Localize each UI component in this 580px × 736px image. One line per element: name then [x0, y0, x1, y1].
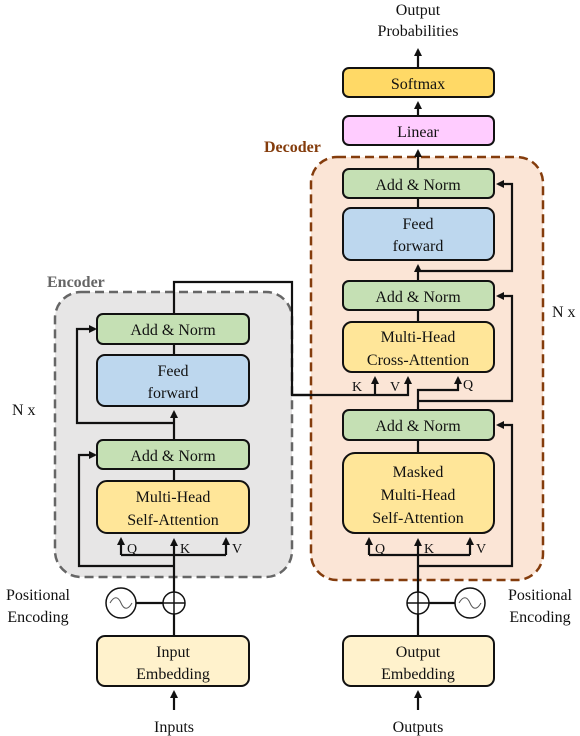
decoder-q-label: Q	[375, 542, 385, 557]
decoder: Decoder N x Add & Norm Feed forward Add …	[264, 48, 576, 736]
decoder-add-norm-bottom-label: Add & Norm	[375, 418, 461, 435]
decoder-label: Decoder	[264, 139, 321, 156]
decoder-ff-line1: Feed	[402, 216, 433, 233]
inputs-label: Inputs	[154, 719, 194, 736]
decoder-cross-v-label: V	[390, 380, 400, 395]
encoder-positional-line1: Positional	[6, 587, 71, 604]
decoder-positional-line2: Encoding	[509, 609, 570, 626]
decoder-v-label: V	[476, 542, 486, 557]
encoder-label: Encoder	[47, 274, 105, 291]
input-embedding-line1: Input	[156, 644, 190, 661]
transformer-diagram: Encoder N x Add & Norm Feed forward Add …	[6, 2, 576, 736]
encoder-add-norm-top-label: Add & Norm	[130, 322, 216, 339]
decoder-ff-line2: forward	[393, 238, 444, 255]
encoder-ff-line1: Feed	[157, 363, 188, 380]
decoder-cross-line2: Cross-Attention	[367, 352, 469, 369]
output-probabilities-line1: Output	[396, 2, 441, 19]
encoder-attn-line1: Multi-Head	[136, 489, 211, 506]
linear-label: Linear	[397, 124, 439, 141]
decoder-repeat-label: N x	[552, 304, 576, 321]
encoder-attn-line2: Self-Attention	[127, 512, 219, 529]
encoder-repeat-label: N x	[12, 402, 36, 419]
encoder-k-label: K	[180, 542, 190, 557]
output-embedding-line1: Output	[396, 644, 441, 661]
encoder-ff-line2: forward	[148, 385, 199, 402]
decoder-masked-line1: Masked	[393, 464, 444, 481]
output-head: Linear Softmax Output Probabilities	[342, 2, 495, 146]
output-embedding-line2: Embedding	[381, 666, 455, 683]
decoder-cross-line1: Multi-Head	[381, 329, 456, 346]
decoder-add-norm-mid-label: Add & Norm	[375, 289, 461, 306]
decoder-k-label: K	[424, 542, 434, 557]
decoder-masked-line2: Multi-Head	[381, 487, 456, 504]
outputs-label: Outputs	[393, 719, 444, 736]
encoder-positional-line2: Encoding	[7, 609, 68, 626]
softmax-label: Softmax	[391, 76, 445, 93]
decoder-cross-k-label: K	[352, 380, 362, 395]
encoder-v-label: V	[232, 542, 242, 557]
encoder-q-label: Q	[127, 542, 137, 557]
decoder-masked-line3: Self-Attention	[372, 510, 464, 527]
output-probabilities-line2: Probabilities	[378, 23, 459, 40]
decoder-cross-q-label: Q	[463, 378, 473, 393]
input-embedding-line2: Embedding	[136, 666, 210, 683]
encoder-add-norm-bottom-label: Add & Norm	[130, 448, 216, 465]
decoder-positional-line1: Positional	[508, 587, 573, 604]
decoder-add-norm-top-label: Add & Norm	[375, 177, 461, 194]
